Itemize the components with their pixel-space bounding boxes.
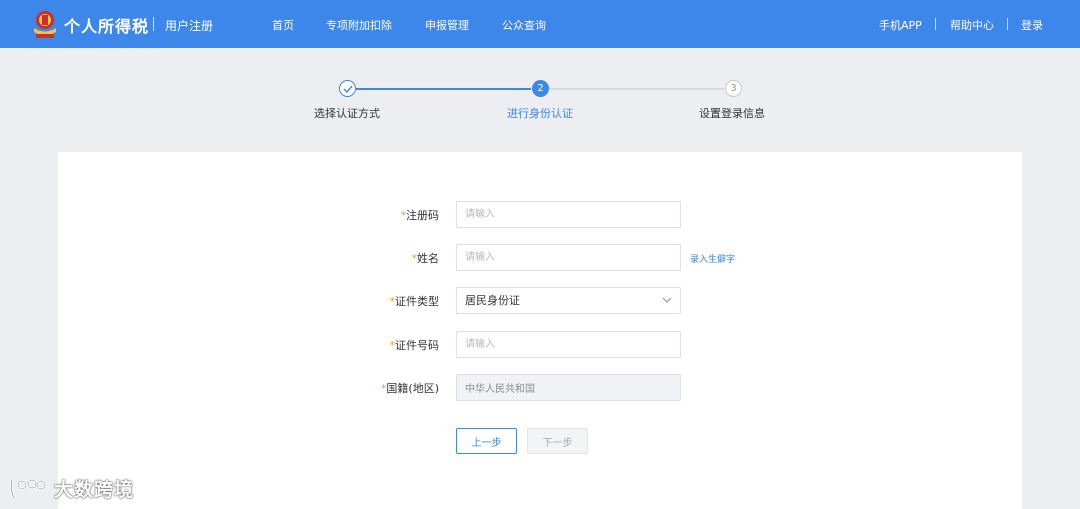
step-3-indicator: 3 xyxy=(725,80,742,97)
watermark-text: 大数跨境 xyxy=(54,479,135,501)
check-icon xyxy=(343,85,353,93)
rare-character-link[interactable]: 录入生僻字 xyxy=(690,252,735,265)
login-link[interactable]: 登录 xyxy=(1021,17,1043,33)
step-1-indicator xyxy=(339,80,356,97)
id-number-input[interactable] xyxy=(456,331,681,358)
app-title: 个人所得税 xyxy=(64,17,150,36)
watermark: 大数跨境 xyxy=(8,475,134,502)
next-step-button[interactable]: 下一步 xyxy=(527,428,588,454)
nationality-label: *国籍(地区) xyxy=(380,382,439,395)
name-label: *姓名 xyxy=(411,252,440,265)
mobile-app-link[interactable]: 手机APP xyxy=(879,17,922,33)
reg-code-label: *注册码 xyxy=(400,209,440,222)
top-header: 个人所得税 用户注册 首页 专项附加扣除 申报管理 公众查询 手机APP 帮助中… xyxy=(0,0,1080,48)
id-type-label: *证件类型 xyxy=(389,295,440,308)
title-divider xyxy=(153,17,154,31)
step-connector-complete xyxy=(356,88,531,90)
header-divider xyxy=(1007,18,1008,30)
id-number-label: *证件号码 xyxy=(389,339,440,352)
step-connector-pending xyxy=(549,88,724,90)
nav-declaration-management[interactable]: 申报管理 xyxy=(425,17,469,33)
name-input[interactable] xyxy=(456,244,681,271)
reg-code-input[interactable] xyxy=(456,201,681,228)
header-divider xyxy=(935,18,936,30)
page-subtitle: 用户注册 xyxy=(165,19,214,33)
id-type-select[interactable]: 居民身份证 xyxy=(456,287,681,314)
id-type-value: 居民身份证 xyxy=(465,294,520,307)
nav-special-deduction[interactable]: 专项附加扣除 xyxy=(326,17,392,33)
tax-emblem-icon xyxy=(34,11,56,38)
previous-step-button[interactable]: 上一步 xyxy=(456,428,517,454)
nationality-input xyxy=(456,374,681,401)
step-2-indicator: 2 xyxy=(532,80,549,97)
step-2-label: 进行身份认证 xyxy=(507,107,573,120)
chevron-down-icon xyxy=(662,297,672,303)
step-1-label: 选择认证方式 xyxy=(314,107,380,120)
step-3-label: 设置登录信息 xyxy=(699,107,765,120)
nav-public-query[interactable]: 公众查询 xyxy=(502,17,546,33)
nav-home[interactable]: 首页 xyxy=(272,17,294,33)
help-center-link[interactable]: 帮助中心 xyxy=(950,17,994,33)
watermark-logo-icon xyxy=(10,478,47,499)
